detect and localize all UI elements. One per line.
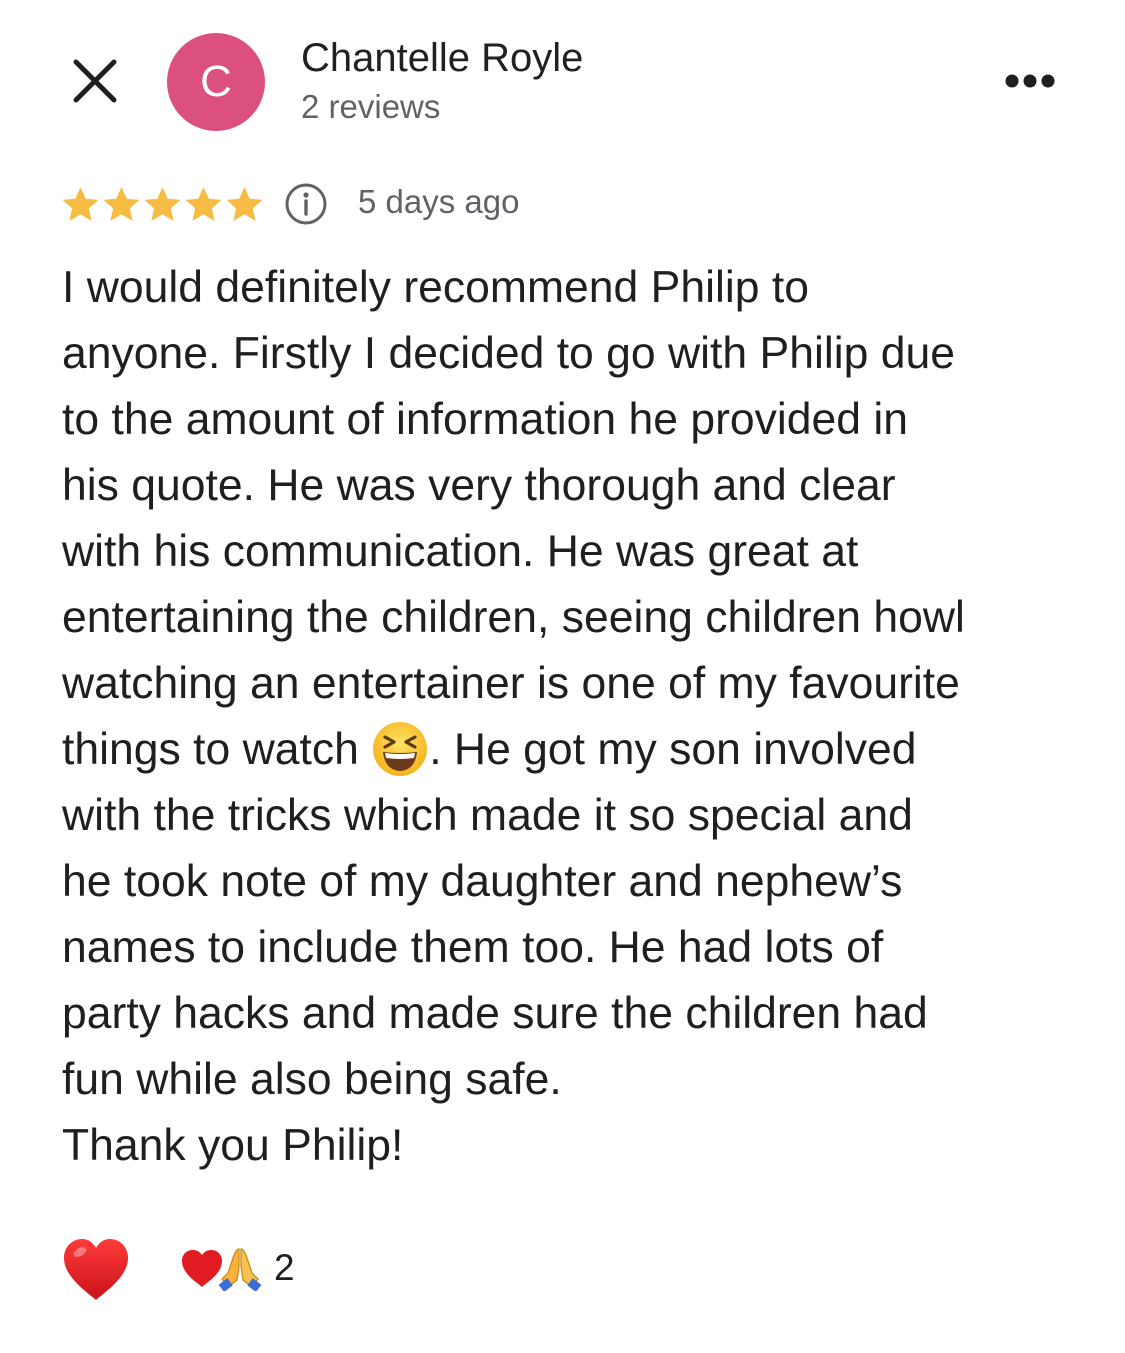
- reaction-summary[interactable]: 2: [180, 1243, 295, 1293]
- star-icon: [185, 186, 222, 221]
- star-rating: [60, 178, 265, 230]
- avatar[interactable]: C: [167, 33, 265, 131]
- reaction-count: 2: [274, 1247, 295, 1288]
- close-icon: [73, 59, 117, 103]
- review-date: 5 days ago: [358, 183, 520, 220]
- red-heart-icon: [64, 1239, 128, 1300]
- author-name[interactable]: Chantelle Royle: [301, 36, 583, 81]
- more-options-button[interactable]: [998, 64, 1062, 98]
- star-icon: [62, 186, 99, 221]
- avatar-letter: C: [200, 57, 232, 106]
- info-icon: [285, 183, 327, 225]
- review-text-part-2: . He got my son involved with the tricks…: [62, 725, 928, 1170]
- review-text: I would definitely recommend Philip to a…: [62, 255, 1102, 1179]
- folded-hands-icon: [218, 1248, 262, 1291]
- close-button[interactable]: [66, 52, 124, 110]
- star-icon: [103, 186, 140, 221]
- star-icon: [226, 186, 263, 221]
- react-heart-button[interactable]: [60, 1234, 132, 1306]
- info-button[interactable]: [283, 181, 329, 227]
- review-text-part-1: I would definitely recommend Philip to a…: [62, 263, 965, 774]
- more-horizontal-icon: [1005, 74, 1055, 88]
- star-icon: [144, 186, 181, 221]
- grinning-squinting-face-emoji-icon: [371, 722, 429, 778]
- author-review-count: 2 reviews: [301, 88, 441, 125]
